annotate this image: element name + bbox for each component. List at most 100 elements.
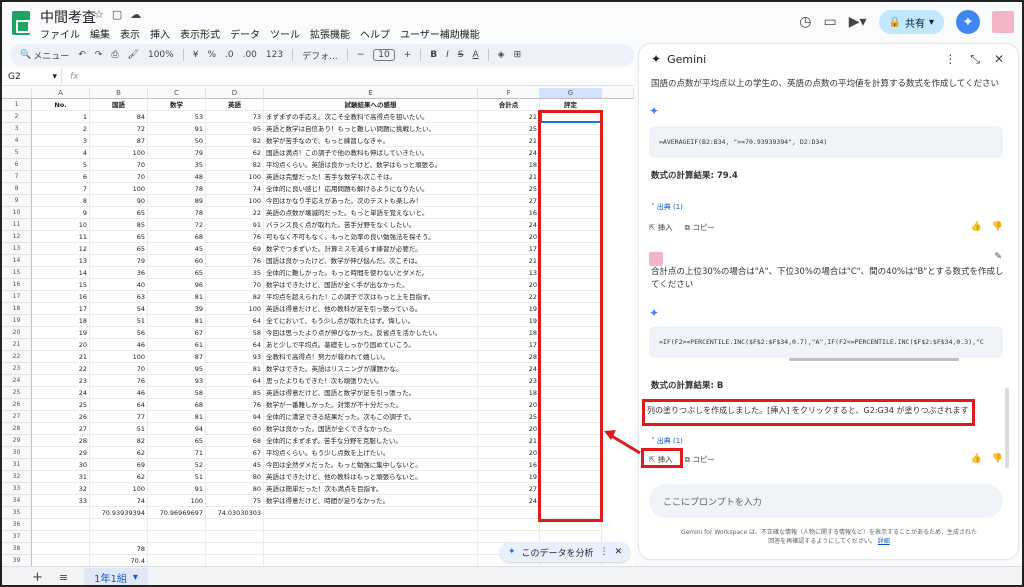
table-cell[interactable]: 62 [90,471,148,483]
table-cell[interactable]: 英語は完璧だった！苦手な数学も次こそは。 [264,171,478,183]
table-cell[interactable]: 英語と数学は自信あり！もっと難しい問題に挑戦したい。 [264,123,478,135]
gemini-button[interactable]: ✦ [956,10,980,34]
thumbs-up-icon[interactable]: 👍 [971,454,982,464]
percent-button[interactable]: % [207,50,216,60]
table-cell[interactable]: 22 [32,363,90,375]
move-folder-icon[interactable]: ▢ [112,8,122,21]
menu-item[interactable]: ユーザー補助機能 [400,26,480,41]
table-cell[interactable]: 20 [478,447,540,459]
row-header[interactable]: 26 [2,399,32,411]
table-cell[interactable]: 18 [478,387,540,399]
table-cell[interactable] [90,519,148,531]
table-cell[interactable]: 64 [206,339,264,351]
table-cell[interactable] [478,507,540,519]
row-header[interactable]: 10 [2,207,32,219]
table-cell[interactable]: 21 [478,171,540,183]
table-cell[interactable]: 40 [90,279,148,291]
copy-button-2[interactable]: ⧉ コピー [685,454,715,465]
menu-item[interactable]: 表示形式 [180,26,220,41]
table-cell[interactable]: 英語は得意だけど、国語と数学が足を引っ張った。 [264,387,478,399]
table-cell[interactable]: 24 [478,219,540,231]
table-cell[interactable]: 数学はできた。英語はリスニングが課題かな。 [264,363,478,375]
table-cell[interactable]: 56 [90,327,148,339]
table-cell[interactable]: 25 [478,411,540,423]
table-cell[interactable]: 95 [148,363,206,375]
table-cell[interactable]: 45 [206,459,264,471]
select-all-corner[interactable] [2,88,32,99]
row-header[interactable]: 9 [2,195,32,207]
table-cell[interactable]: 20 [478,231,540,243]
table-cell[interactable]: 全体的に満足できる結果だった。次もこの調子で。 [264,411,478,423]
table-cell[interactable]: 今回は全然ダメだった。もっと勉強に集中しないと。 [264,459,478,471]
row-header[interactable]: 20 [2,327,32,339]
table-cell[interactable]: 62 [206,147,264,159]
table-cell[interactable] [264,519,478,531]
table-cell[interactable]: 24 [478,363,540,375]
table-cell[interactable]: 100 [148,495,206,507]
fill-color-icon[interactable]: ◈ [498,50,505,60]
font-size-decrease[interactable]: − [357,50,365,60]
table-cell[interactable]: 76 [206,231,264,243]
table-cell[interactable] [264,531,478,543]
borders-icon[interactable]: ⊞ [514,50,522,60]
table-cell[interactable]: 76 [206,255,264,267]
table-cell[interactable]: 46 [90,387,148,399]
row-header[interactable]: 6 [2,159,32,171]
decimal-increase-button[interactable]: .00 [243,50,257,60]
table-cell[interactable]: 17 [32,303,90,315]
table-cell[interactable]: 58 [206,327,264,339]
table-cell[interactable]: 100 [206,303,264,315]
column-header[interactable]: A [32,88,90,99]
table-cell[interactable]: 16 [478,207,540,219]
table-cell[interactable]: 87 [90,135,148,147]
table-cell[interactable]: 25 [32,399,90,411]
table-cell[interactable]: 英語は簡単だった！次も満点を目指す。 [264,483,478,495]
table-cell[interactable]: 21 [32,351,90,363]
row-header[interactable]: 7 [2,171,32,183]
table-cell[interactable]: 82 [90,435,148,447]
table-cell[interactable]: 3 [32,135,90,147]
table-cell[interactable]: 82 [206,291,264,303]
table-cell[interactable]: 19 [478,303,540,315]
table-cell[interactable]: 全教科で高得点！努力が報われて嬉しい。 [264,351,478,363]
table-cell[interactable]: 35 [148,159,206,171]
number-format-button[interactable]: 123 [266,50,283,60]
table-cell[interactable]: 29 [32,447,90,459]
table-cell[interactable]: 100 [90,147,148,159]
table-cell[interactable]: 77 [90,411,148,423]
row-header[interactable]: 15 [2,267,32,279]
menu-item[interactable]: 拡張機能 [310,26,350,41]
table-cell[interactable]: 64 [206,375,264,387]
column-header[interactable]: F [478,88,540,99]
table-cell[interactable]: 数学 [148,99,206,111]
thumbs-down-icon[interactable]: 👎 [992,454,1003,464]
name-box[interactable]: G2 ▾ [2,68,62,85]
table-cell[interactable]: 68 [148,399,206,411]
table-cell[interactable]: 91 [148,483,206,495]
table-cell[interactable] [148,531,206,543]
row-header[interactable]: 5 [2,147,32,159]
table-cell[interactable]: 数学が苦手なので、もっと練習しなきゃ。 [264,135,478,147]
table-cell[interactable]: 48 [148,171,206,183]
table-cell[interactable] [206,555,264,566]
decimal-decrease-button[interactable]: .0 [225,50,234,60]
table-cell[interactable]: 67 [206,447,264,459]
table-cell[interactable]: 数学は良かった。国語が全くできなかった。 [264,423,478,435]
table-cell[interactable]: 平均点を超えられた！この調子で次はもっと上を目指す。 [264,291,478,303]
row-header[interactable]: 37 [2,531,32,543]
table-cell[interactable]: 100 [90,351,148,363]
table-cell[interactable]: 13 [478,267,540,279]
table-cell[interactable]: 65 [148,267,206,279]
table-cell[interactable]: 65 [148,435,206,447]
row-header[interactable]: 35 [2,507,32,519]
table-cell[interactable]: 96 [148,279,206,291]
cloud-status-icon[interactable]: ☁ [130,8,141,21]
table-cell[interactable]: あと少しで平均点。基礎をしっかり固めていこう。 [264,339,478,351]
table-cell[interactable]: 19 [478,315,540,327]
row-header[interactable]: 17 [2,291,32,303]
code-scrollbar[interactable] [789,358,959,361]
table-cell[interactable]: 21 [478,255,540,267]
table-cell[interactable]: 27 [478,195,540,207]
table-cell[interactable]: 全体的に難しかった。もっと時間を使わないとダメだ。 [264,267,478,279]
print-icon[interactable]: ⎙ [111,50,118,60]
